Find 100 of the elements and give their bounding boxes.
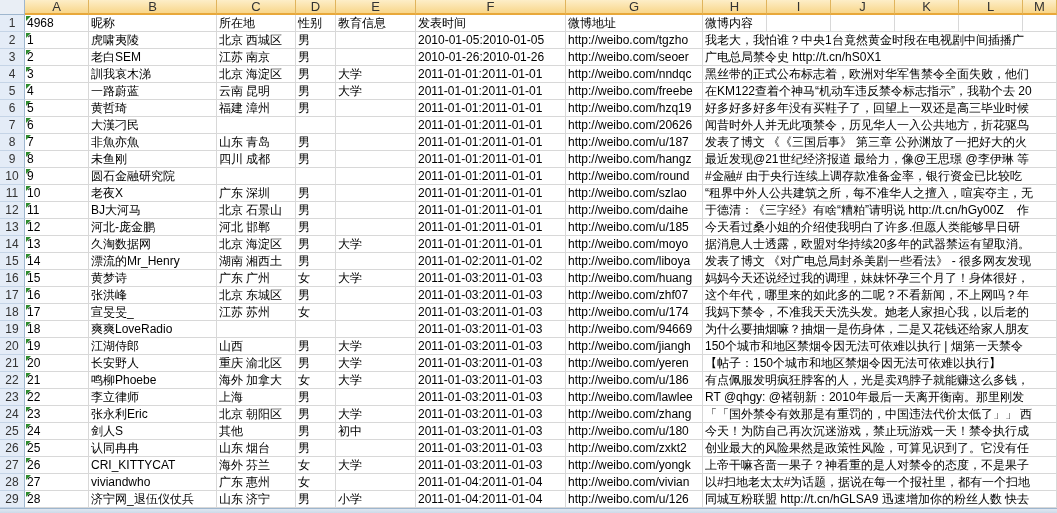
table-cell: 19 xyxy=(25,338,89,355)
row-header[interactable]: 25 xyxy=(0,423,25,440)
row-header[interactable]: 6 xyxy=(0,100,25,117)
table-cell: 2011-01-01:2011-01-01 xyxy=(416,219,566,236)
table-cell: 15 xyxy=(25,270,89,287)
row-header[interactable]: 1 xyxy=(0,15,25,32)
row-header[interactable]: 8 xyxy=(0,134,25,151)
table-cell: 2011-01-03:2011-01-03 xyxy=(416,389,566,406)
row-header[interactable]: 11 xyxy=(0,185,25,202)
table-cell: 17 xyxy=(25,304,89,321)
table-cell: http://weibo.com/94669 xyxy=(566,321,703,338)
table-cell: 12 xyxy=(25,219,89,236)
row-header[interactable]: 29 xyxy=(0,491,25,508)
table-cell: http://weibo.com/u/174 xyxy=(566,304,703,321)
table-cell: 北京 石景山 xyxy=(217,202,296,219)
column-header[interactable]: D xyxy=(296,0,336,15)
table-cell: 剑人S xyxy=(89,423,217,440)
error-triangle-icon xyxy=(26,67,31,72)
row-header[interactable]: 14 xyxy=(0,236,25,253)
empty-cell xyxy=(895,15,959,32)
table-cell: 大学 xyxy=(336,236,416,253)
table-cell: 以#扫地老太太#为话题，据说在每一个报社里，都有一个扫地 xyxy=(703,474,1057,491)
error-triangle-icon xyxy=(26,356,31,361)
row-header[interactable]: 10 xyxy=(0,168,25,185)
table-cell: 男 xyxy=(296,151,336,168)
column-header[interactable]: B xyxy=(89,0,217,15)
row-header[interactable]: 16 xyxy=(0,270,25,287)
row-header[interactable]: 12 xyxy=(0,202,25,219)
error-triangle-icon xyxy=(26,220,31,225)
row-header[interactable]: 23 xyxy=(0,389,25,406)
row-header[interactable]: 13 xyxy=(0,219,25,236)
row-header[interactable]: 4 xyxy=(0,66,25,83)
row-header[interactable]: 19 xyxy=(0,321,25,338)
row-header[interactable]: 9 xyxy=(0,151,25,168)
table-cell: 爽爽LoveRadio xyxy=(89,321,217,338)
table-cell: 13 xyxy=(25,236,89,253)
column-header[interactable]: C xyxy=(217,0,296,15)
column-header[interactable]: M xyxy=(1023,0,1057,15)
row-header[interactable]: 28 xyxy=(0,474,25,491)
table-cell: 江湖侍郎 xyxy=(89,338,217,355)
row-header[interactable]: 26 xyxy=(0,440,25,457)
column-header[interactable]: K xyxy=(895,0,959,15)
table-cell: 2011-01-03:2011-01-03 xyxy=(416,270,566,287)
table-cell: 男 xyxy=(296,134,336,151)
table-cell: http://weibo.com/tgzho xyxy=(566,32,703,49)
table-cell: 男 xyxy=(296,202,336,219)
row-header[interactable]: 24 xyxy=(0,406,25,423)
empty-cell xyxy=(296,168,336,185)
row-header[interactable]: 17 xyxy=(0,287,25,304)
select-all-corner[interactable] xyxy=(0,0,25,15)
table-cell: 女 xyxy=(296,474,336,491)
table-cell: 海外 芬兰 xyxy=(217,457,296,474)
row-header[interactable]: 20 xyxy=(0,338,25,355)
table-cell: 上海 xyxy=(217,389,296,406)
row-header[interactable]: 21 xyxy=(0,355,25,372)
table-cell: 男 xyxy=(296,355,336,372)
table-cell: 「「国外禁令有效那是有重罚的，中国违法代价太低了」」 西 xyxy=(703,406,1057,423)
row-header[interactable]: 2 xyxy=(0,32,25,49)
table-cell: 上帝干嘛吝啬一果子？神看重的是人对禁令的态度，不是果子 xyxy=(703,457,1057,474)
column-header[interactable]: A xyxy=(25,0,89,15)
column-header[interactable]: I xyxy=(767,0,831,15)
row-header[interactable]: 27 xyxy=(0,457,25,474)
table-cell: 李立律师 xyxy=(89,389,217,406)
table-cell: 河北-庞金鹏 xyxy=(89,219,217,236)
table-cell: 未鱼刚 xyxy=(89,151,217,168)
table-cell: 男 xyxy=(296,66,336,83)
empty-cell xyxy=(296,117,336,134)
table-cell: 所在地 xyxy=(217,15,296,32)
error-triangle-icon xyxy=(26,16,31,21)
column-header[interactable]: H xyxy=(703,0,767,15)
column-header[interactable]: G xyxy=(566,0,703,15)
table-cell: 北京 海淀区 xyxy=(217,236,296,253)
table-cell: 男 xyxy=(296,253,336,270)
table-cell: 微博地址 xyxy=(566,15,703,32)
column-header[interactable]: L xyxy=(959,0,1023,15)
column-header[interactable]: J xyxy=(831,0,895,15)
error-triangle-icon xyxy=(26,203,31,208)
table-cell: 1 xyxy=(25,32,89,49)
table-cell: 2011-01-03:2011-01-03 xyxy=(416,321,566,338)
table-cell: 16 xyxy=(25,287,89,304)
empty-cell xyxy=(767,15,831,32)
table-cell: 山西 xyxy=(217,338,296,355)
row-header[interactable]: 15 xyxy=(0,253,25,270)
row-header[interactable]: 22 xyxy=(0,372,25,389)
table-cell: 虎啸夷陵 xyxy=(89,32,217,49)
table-cell: #金融# 由于央行连续上调存款准备金率，银行资金已比较吃 xyxy=(703,168,1057,185)
error-triangle-icon xyxy=(26,169,31,174)
table-cell: 今天看过桑小姐的介绍使我明白了许多.但愿人类能够早日研 xyxy=(703,219,1057,236)
table-cell: 2011-01-01:2011-01-01 xyxy=(416,83,566,100)
row-header[interactable]: 18 xyxy=(0,304,25,321)
column-header[interactable]: F xyxy=(416,0,566,15)
error-triangle-icon xyxy=(26,118,31,123)
table-cell: 2011-01-01:2011-01-01 xyxy=(416,202,566,219)
row-header[interactable]: 5 xyxy=(0,83,25,100)
column-header[interactable]: E xyxy=(336,0,416,15)
error-triangle-icon xyxy=(26,152,31,157)
row-header[interactable]: 3 xyxy=(0,49,25,66)
table-cell: 湖南 湘西土 xyxy=(217,253,296,270)
table-cell: 男 xyxy=(296,440,336,457)
row-header[interactable]: 7 xyxy=(0,117,25,134)
